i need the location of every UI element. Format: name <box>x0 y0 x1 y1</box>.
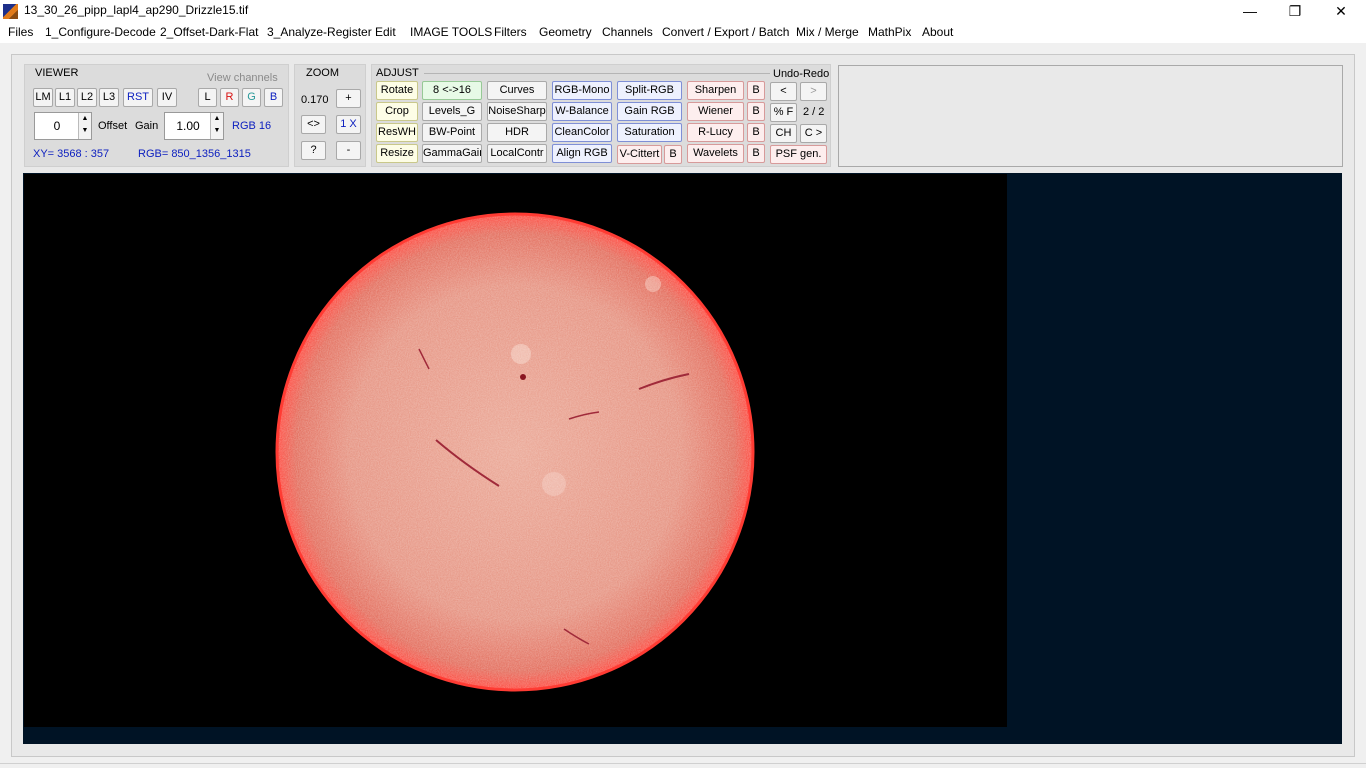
menu-mix-merge[interactable]: Mix / Merge <box>796 25 859 39</box>
menu-channels[interactable]: Channels <box>602 25 653 39</box>
bitdepth-button[interactable]: 8 <->16 <box>422 81 482 100</box>
split-rgb-button[interactable]: Split-RGB <box>617 81 682 100</box>
history-count: 2 / 2 <box>803 106 825 118</box>
menu-files[interactable]: Files <box>8 25 33 39</box>
title-bar: 13_30_26_pipp_lapl4_ap290_Drizzle15.tif … <box>0 0 1366 22</box>
zoom-1x-button[interactable]: 1 X <box>336 115 361 134</box>
gain-spin-arrows-icon[interactable]: ▲ ▼ <box>210 113 223 139</box>
gammagain-button[interactable]: GammaGain <box>422 144 482 163</box>
r-lucy-button[interactable]: R-Lucy <box>687 123 744 142</box>
zoom-group: ZOOM 0.170 + <> 1 X ? - <box>294 64 366 167</box>
lm-button[interactable]: LM <box>33 88 53 107</box>
viewer-group: VIEWER View channels LM L1 L2 L3 RST IV … <box>24 64 289 167</box>
w-balance-button[interactable]: W-Balance <box>552 102 612 121</box>
image-canvas[interactable] <box>24 174 1007 727</box>
zoom-fit-button[interactable]: <> <box>301 115 326 134</box>
app-icon <box>3 4 18 19</box>
l2-button[interactable]: L2 <box>77 88 97 107</box>
wiener-b-button[interactable]: B <box>747 102 765 121</box>
zoom-title: ZOOM <box>306 67 339 79</box>
menu-convert-export-batch[interactable]: Convert / Export / Batch <box>662 25 789 39</box>
percent-f-button[interactable]: % F <box>770 103 797 122</box>
reswh-button[interactable]: ResWH <box>376 123 418 142</box>
channel-g-button[interactable]: G <box>242 88 261 107</box>
rgb-mono-button[interactable]: RGB-Mono <box>552 81 612 100</box>
close-button[interactable]: ✕ <box>1318 0 1364 22</box>
offset-value: 0 <box>53 119 61 133</box>
wavelets-button[interactable]: Wavelets <box>687 144 744 163</box>
ch-button[interactable]: CH <box>770 124 797 143</box>
channel-l-button[interactable]: L <box>198 88 217 107</box>
zoom-level: 0.170 <box>301 94 329 106</box>
rotate-button[interactable]: Rotate <box>376 81 418 100</box>
curves-button[interactable]: Curves <box>487 81 547 100</box>
rgb-readout: RGB= 850_1356_1315 <box>138 148 251 160</box>
gain-spinner[interactable]: 1.00 ▲ ▼ <box>164 112 224 140</box>
view-channels-label: View channels <box>207 72 278 84</box>
crop-button[interactable]: Crop <box>376 102 418 121</box>
menu-analyze-register[interactable]: 3_Analyze-Register <box>267 25 372 39</box>
xy-readout: XY= 3568 : 357 <box>33 148 110 160</box>
menu-bar: Files 1_Configure-Decode 2_Offset-Dark-F… <box>0 22 1366 43</box>
undo-redo-label: Undo-Redo <box>773 68 830 80</box>
sharpen-button[interactable]: Sharpen <box>687 81 744 100</box>
hdr-button[interactable]: HDR <box>487 123 547 142</box>
preview-panel <box>838 65 1343 167</box>
localcontr-button[interactable]: LocalContr <box>487 144 547 163</box>
l3-button[interactable]: L3 <box>99 88 119 107</box>
gain-label: Gain <box>135 120 159 132</box>
channel-b-button[interactable]: B <box>264 88 283 107</box>
psf-gen-button[interactable]: PSF gen. <box>770 145 827 164</box>
menu-mathpix[interactable]: MathPix <box>868 25 911 39</box>
align-rgb-button[interactable]: Align RGB <box>552 144 612 163</box>
rst-button[interactable]: RST <box>123 88 153 107</box>
undo-button[interactable]: < <box>770 82 797 101</box>
menu-configure-decode[interactable]: 1_Configure-Decode <box>45 25 156 39</box>
sharpen-b-button[interactable]: B <box>747 81 765 100</box>
zoom-in-button[interactable]: + <box>336 89 361 108</box>
levels-g-button[interactable]: Levels_G <box>422 102 482 121</box>
menu-filters[interactable]: Filters <box>494 25 527 39</box>
wiener-button[interactable]: Wiener <box>687 102 744 121</box>
menu-offset-dark-flat[interactable]: 2_Offset-Dark-Flat <box>160 25 258 39</box>
bw-point-button[interactable]: BW-Point <box>422 123 482 142</box>
offset-spin-arrows-icon[interactable]: ▲ ▼ <box>78 113 91 139</box>
c-next-button[interactable]: C > <box>800 124 827 143</box>
status-bar <box>0 763 1366 768</box>
window-title: 13_30_26_pipp_lapl4_ap290_Drizzle15.tif <box>24 3 249 17</box>
adjust-divider <box>424 73 770 74</box>
restore-button[interactable]: ❐ <box>1272 0 1318 22</box>
redo-button[interactable]: > <box>800 82 827 101</box>
iv-button[interactable]: IV <box>157 88 177 107</box>
menu-geometry[interactable]: Geometry <box>539 25 592 39</box>
gain-value: 1.00 <box>176 119 200 133</box>
sun-image <box>275 212 755 692</box>
noisesharp-button[interactable]: NoiseSharp <box>487 102 547 121</box>
zoom-help-button[interactable]: ? <box>301 141 326 160</box>
adjust-group: ADJUST Undo-Redo Rotate Crop ResWH Resiz… <box>371 64 831 167</box>
v-cittert-button[interactable]: V-Cittert <box>617 145 662 164</box>
minimize-button[interactable]: — <box>1227 0 1273 22</box>
gain-rgb-button[interactable]: Gain RGB <box>617 102 682 121</box>
zoom-out-button[interactable]: - <box>336 141 361 160</box>
menu-edit[interactable]: Edit <box>375 25 396 39</box>
l1-button[interactable]: L1 <box>55 88 75 107</box>
resize-button[interactable]: Resize <box>376 144 418 163</box>
menu-image-tools[interactable]: IMAGE TOOLS <box>410 25 492 39</box>
menu-about[interactable]: About <box>922 25 953 39</box>
cleancolor-button[interactable]: CleanColor <box>552 123 612 142</box>
r-lucy-b-button[interactable]: B <box>747 123 765 142</box>
viewer-title: VIEWER <box>35 67 79 79</box>
saturation-button[interactable]: Saturation <box>617 123 682 142</box>
rgb-mode-label: RGB 16 <box>232 120 272 132</box>
channel-r-button[interactable]: R <box>220 88 239 107</box>
offset-label: Offset <box>98 120 128 132</box>
adjust-title: ADJUST <box>376 67 419 79</box>
v-cittert-b-button[interactable]: B <box>664 145 682 164</box>
offset-spinner[interactable]: 0 ▲ ▼ <box>34 112 92 140</box>
wavelets-b-button[interactable]: B <box>747 144 765 163</box>
